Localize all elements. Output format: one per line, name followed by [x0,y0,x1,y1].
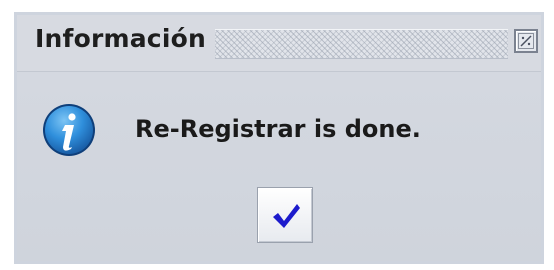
dialog-title: Información [35,24,206,53]
info-icon [43,104,95,156]
title-bar-drag-area[interactable] [215,29,508,59]
information-dialog: Información Re-Registrar is done. [14,12,544,264]
ok-button[interactable] [257,187,313,243]
close-icon [518,33,534,49]
dialog-title-bar[interactable]: Información [17,15,541,72]
checkmark-icon [273,204,300,228]
dialog-body: Re-Registrar is done. [17,72,541,261]
dialog-message: Re-Registrar is done. [135,115,421,143]
close-button[interactable] [514,29,538,53]
